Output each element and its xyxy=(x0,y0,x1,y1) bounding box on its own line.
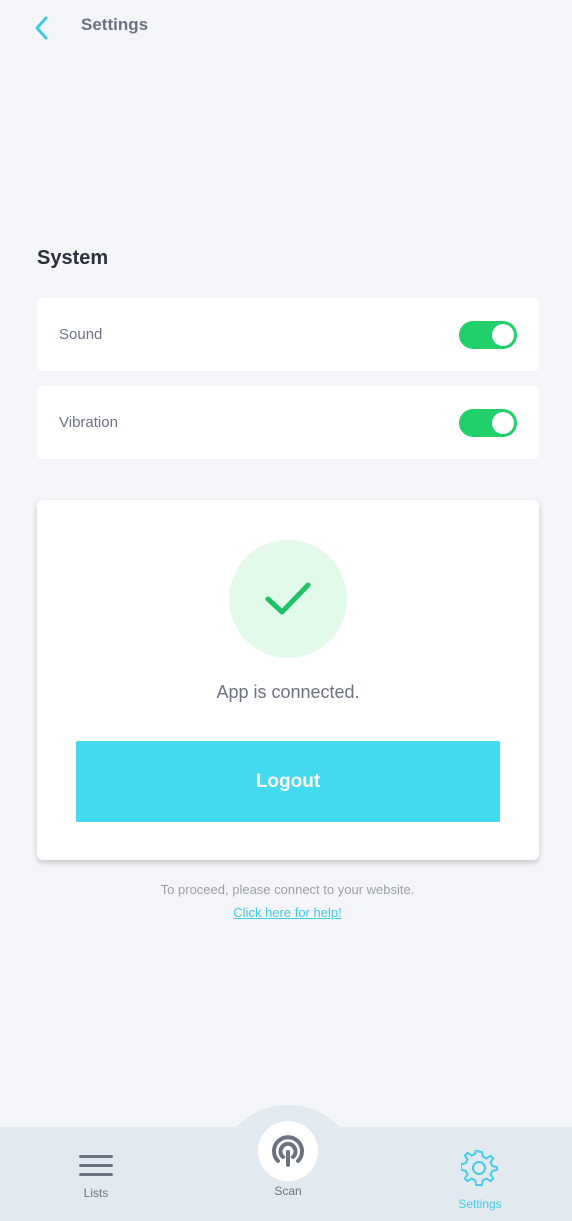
toggle-knob xyxy=(492,323,514,346)
nav-label-lists: Lists xyxy=(83,1186,109,1200)
chevron-left-icon xyxy=(35,16,48,40)
gear-icon xyxy=(460,1148,499,1187)
back-button[interactable] xyxy=(26,12,58,44)
success-badge xyxy=(229,540,347,658)
logout-button[interactable]: Logout xyxy=(76,741,500,822)
sound-toggle[interactable] xyxy=(459,320,517,349)
nav-item-settings[interactable]: Settings xyxy=(448,1148,512,1211)
connection-status: App is connected. xyxy=(216,682,360,702)
setting-label-vibration: Vibration xyxy=(59,414,118,431)
scan-signal-icon xyxy=(272,1135,304,1167)
setting-row-sound: Sound xyxy=(37,298,539,371)
nav-label-scan: Scan xyxy=(274,1184,302,1198)
vibration-toggle[interactable] xyxy=(459,408,517,437)
help-link[interactable]: Click here for help! xyxy=(0,905,572,920)
setting-row-vibration: Vibration xyxy=(37,386,539,459)
scan-button[interactable] xyxy=(258,1121,318,1181)
nav-item-lists[interactable]: Lists xyxy=(66,1155,126,1200)
nav-label-settings: Settings xyxy=(458,1197,502,1211)
setting-label-sound: Sound xyxy=(59,326,103,343)
settings-screen: Settings System Sound Vibration App is c… xyxy=(0,0,572,1221)
connection-card: App is connected. Logout xyxy=(37,500,539,860)
page-title: Settings xyxy=(81,15,149,34)
app-header: Settings xyxy=(0,0,572,56)
check-icon xyxy=(265,582,311,615)
connect-hint: To proceed, please connect to your websi… xyxy=(160,882,415,897)
menu-icon xyxy=(79,1155,113,1176)
toggle-knob xyxy=(492,411,514,434)
section-title-system: System xyxy=(37,247,109,269)
